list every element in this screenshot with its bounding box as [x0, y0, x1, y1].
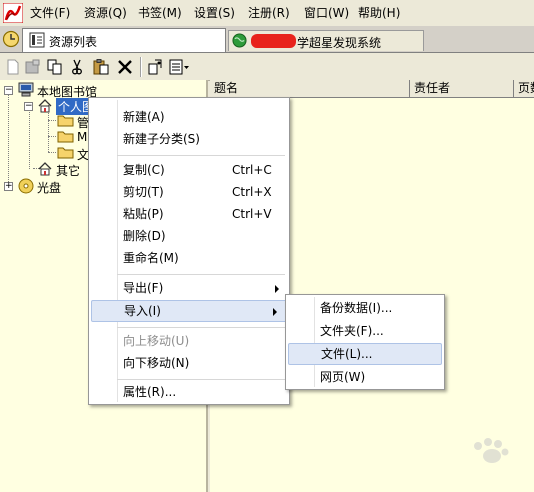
menu-register[interactable]: 注册(R): [248, 5, 290, 21]
toolbar-separator: [140, 57, 142, 77]
disc-icon: [18, 178, 34, 194]
menu-item-label: 属性(R)...: [123, 385, 177, 399]
redacted-mark: [251, 34, 296, 48]
menu-item-label: 重命名(M): [123, 251, 179, 265]
tree-label: M: [77, 130, 88, 144]
menu-item-rename[interactable]: 重命名(M): [89, 247, 289, 269]
globe-icon: [232, 33, 247, 48]
menu-item-label: 导入(I): [124, 304, 161, 318]
menu-item-label: 删除(D): [123, 229, 166, 243]
tab-discovery-system[interactable]: 学超星发现系统: [228, 30, 424, 51]
cut-icon[interactable]: [68, 58, 86, 76]
menu-item-paste[interactable]: 粘贴(P) Ctrl+V: [89, 203, 289, 225]
menu-shortcut: Ctrl+X: [232, 185, 272, 199]
menu-bookmark[interactable]: 书签(M): [138, 5, 182, 21]
menu-separator: [117, 274, 285, 275]
menu-separator: [117, 327, 285, 328]
tab-discovery-label: 学超星发现系统: [297, 36, 382, 50]
tab-resource-label: 资源列表: [49, 35, 98, 49]
menu-item-label: 新建(A): [123, 110, 165, 124]
submenu-item-file[interactable]: 文件(L)...: [288, 343, 442, 365]
submenu-item-webpage[interactable]: 网页(W): [286, 366, 444, 388]
menu-item-properties[interactable]: 属性(R)...: [89, 381, 289, 403]
delete-icon[interactable]: [116, 58, 134, 76]
submenu-item-backup-data[interactable]: 备份数据(I)...: [286, 297, 444, 319]
menu-item-move-up: 向上移动(U): [89, 330, 289, 352]
folder-icon: [57, 131, 74, 143]
menu-item-import[interactable]: 导入(I): [91, 300, 287, 322]
menu-bar: 文件(F) 资源(Q) 书签(M) 设置(S) 注册(R) 窗口(W) 帮助(H…: [0, 0, 534, 27]
menu-resource[interactable]: 资源(Q): [84, 5, 127, 21]
menu-item-label: 新建子分类(S): [123, 132, 200, 146]
watermark-logo: [474, 438, 509, 463]
view-options-icon[interactable]: [168, 58, 190, 76]
paste-icon[interactable]: [92, 58, 110, 76]
menu-item-label: 向上移动(U): [123, 334, 190, 348]
submenu-item-folder[interactable]: 文件夹(F)...: [286, 320, 444, 342]
submenu-arrow-icon: [275, 285, 279, 293]
tree-label: 光盘: [37, 181, 62, 195]
menu-item-copy[interactable]: 复制(C) Ctrl+C: [89, 159, 289, 181]
menu-item-export[interactable]: 导出(F): [89, 277, 289, 299]
tab-resource-list[interactable]: 资源列表: [22, 28, 226, 52]
menu-item-label: 文件夹(F)...: [320, 324, 384, 338]
submenu-arrow-icon: [273, 308, 277, 316]
menu-help[interactable]: 帮助(H): [358, 5, 400, 21]
new-document-icon[interactable]: [4, 58, 22, 76]
house-icon: [38, 99, 52, 113]
menu-item-label: 剪切(T): [123, 185, 164, 199]
collapse-icon[interactable]: −: [24, 102, 33, 111]
menu-item-label: 导出(F): [123, 281, 164, 295]
folder-icon: [57, 147, 74, 159]
menu-item-label: 向下移动(N): [123, 356, 190, 370]
tree-label: 其它: [56, 164, 81, 178]
menu-file[interactable]: 文件(F): [30, 5, 70, 21]
menu-separator: [117, 155, 285, 156]
column-title[interactable]: 题名: [210, 80, 410, 97]
collapse-icon[interactable]: −: [4, 86, 13, 95]
menu-shortcut: Ctrl+V: [232, 207, 272, 221]
tree-node-local-library[interactable]: − 本地图书馆: [0, 82, 200, 99]
folder-icon: [57, 115, 74, 127]
menu-item-label: 文件(L)...: [321, 347, 373, 361]
menu-item-delete[interactable]: 删除(D): [89, 225, 289, 247]
house-icon: [38, 162, 52, 176]
column-author[interactable]: 责任者: [410, 80, 514, 97]
menu-separator: [117, 379, 285, 380]
menu-item-label: 粘贴(P): [123, 207, 164, 221]
new-folder-icon[interactable]: [24, 58, 42, 76]
app-logo-icon: [3, 3, 23, 23]
list-icon: [29, 32, 45, 48]
menu-item-label: 复制(C): [123, 163, 165, 177]
properties-icon[interactable]: [147, 58, 165, 76]
menu-item-label: 备份数据(I)...: [320, 301, 393, 315]
menu-item-cut[interactable]: 剪切(T) Ctrl+X: [89, 181, 289, 203]
menu-item-new[interactable]: 新建(A): [89, 106, 289, 128]
menu-item-new-subcategory[interactable]: 新建子分类(S): [89, 128, 289, 150]
table-header: 题名 责任者 页数: [210, 80, 534, 98]
clock-icon[interactable]: [2, 30, 20, 48]
menu-settings[interactable]: 设置(S): [194, 5, 235, 21]
column-pages[interactable]: 页数: [514, 80, 534, 97]
menu-window[interactable]: 窗口(W): [304, 5, 349, 21]
expand-icon[interactable]: +: [4, 182, 13, 191]
context-menu: 新建(A) 新建子分类(S) 复制(C) Ctrl+C 剪切(T) Ctrl+X…: [88, 97, 290, 405]
menu-item-move-down[interactable]: 向下移动(N): [89, 352, 289, 374]
menu-shortcut: Ctrl+C: [232, 163, 272, 177]
copy-icon[interactable]: [46, 58, 64, 76]
import-submenu: 备份数据(I)... 文件夹(F)... 文件(L)... 网页(W): [285, 294, 445, 390]
menu-item-label: 网页(W): [320, 370, 366, 384]
computer-icon: [18, 82, 34, 97]
